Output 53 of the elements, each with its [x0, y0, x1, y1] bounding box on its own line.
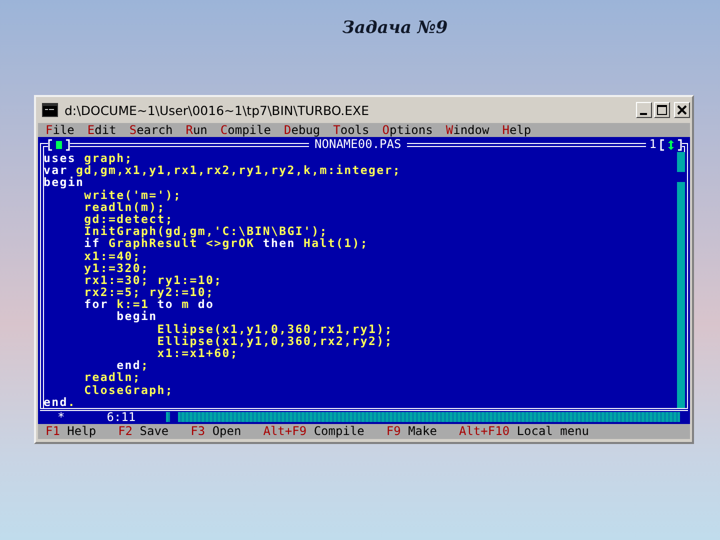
menu-item[interactable]: Run — [186, 123, 208, 137]
code-line: y1:=320; — [83, 262, 150, 274]
window-title: d:\DOCUME~1\User\0016~1\tp7\BIN\TURBO.EXE — [64, 102, 369, 118]
code-line: if GraphResult <>grOK then Halt(1); — [83, 237, 370, 250]
code-line: for k:=1 to m do — [83, 298, 216, 310]
close-button[interactable] — [674, 102, 690, 118]
minimize-icon — [640, 113, 647, 115]
maximize-button[interactable] — [654, 102, 670, 118]
file-name: NONAME00.PAS — [308, 138, 408, 151]
shortcut-item[interactable]: F3 Open — [190, 424, 242, 439]
menu-item[interactable]: Help — [502, 123, 532, 137]
code-line: rx2:=5; ry2:=10; — [83, 286, 214, 298]
zoom-box-icon[interactable] — [660, 138, 682, 150]
modified-mark: * — [56, 410, 65, 424]
slide-title: Задача №9 — [342, 18, 448, 40]
horizontal-scrollbar[interactable] — [166, 412, 680, 422]
code-line: uses graph; — [44, 152, 133, 164]
code-line: InitGraph(gd,gm,'C:\BIN\BGI'); — [83, 225, 328, 238]
menu-item[interactable]: Debug — [284, 123, 320, 137]
maximize-icon — [656, 105, 666, 115]
shortcut-item[interactable]: F9 Make — [386, 424, 437, 439]
vertical-scrollbar[interactable] — [676, 152, 684, 408]
menu-item[interactable]: Search — [129, 123, 173, 137]
shortcut-item[interactable]: F2 Save — [118, 424, 169, 439]
code-line: begin — [44, 176, 84, 189]
code-line: rx1:=30; ry1:=10; — [83, 274, 224, 286]
menu-item[interactable]: Options — [382, 123, 433, 137]
code-line: CloseGraph; — [83, 384, 174, 396]
code-line: begin — [116, 310, 158, 323]
console-icon — [42, 103, 58, 117]
shortcut-item[interactable]: F1 Help — [46, 424, 96, 439]
code-line: readln(m); — [83, 200, 166, 213]
code-line: write('m='); — [83, 188, 183, 201]
menu-item[interactable]: Window — [446, 123, 490, 137]
code-line: x1:=40; — [83, 250, 141, 262]
code-line: Ellipse(x1,y1,0,360,rx1,ry1); — [156, 322, 394, 335]
shortcut-item[interactable]: Alt+F9 Compile — [263, 424, 364, 439]
code-line: Ellipse(x1,y1,0,360,rx2,ry2); — [156, 334, 394, 347]
menu-item[interactable]: Tools — [333, 123, 370, 137]
close-box-icon[interactable] — [48, 138, 70, 150]
shortcut-item[interactable]: Alt+F10 Local menu — [458, 424, 590, 439]
menu-item[interactable]: File — [46, 123, 74, 137]
code-line: x1:=x1+60; — [156, 347, 238, 360]
close-icon — [676, 105, 686, 115]
menu-item[interactable]: Edit — [87, 123, 116, 137]
code-line: end. — [44, 396, 77, 408]
code-line: end; — [116, 359, 150, 372]
code-line: gd:=detect; — [83, 212, 174, 226]
menu-item[interactable]: Compile — [220, 123, 271, 137]
window-number: 1 — [648, 138, 658, 151]
code-line: var gd,gm,x1,y1,rx1,rx2,ry1,ry2,k,m:integer; — [44, 164, 402, 176]
code-line: readln; — [83, 371, 142, 384]
minimize-button[interactable] — [636, 102, 652, 118]
